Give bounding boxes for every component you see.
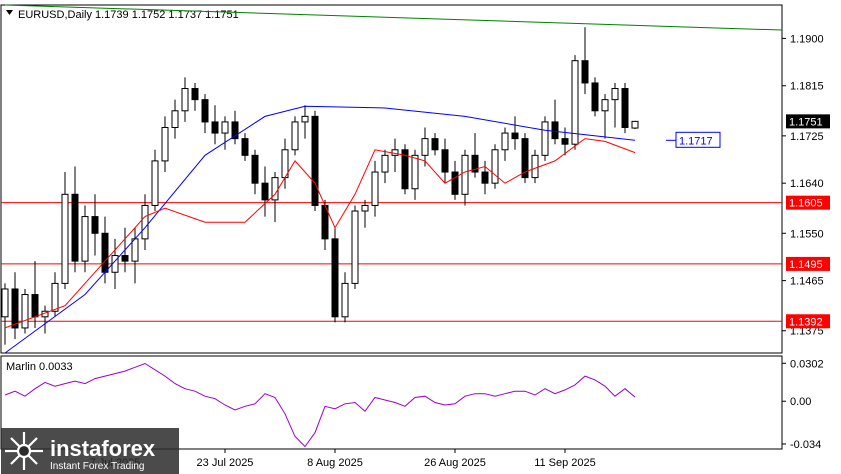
candle-bear	[251, 154, 259, 184]
candle-bear	[621, 88, 629, 128]
y-tick-label: 1.1550	[790, 228, 824, 240]
candle-bull	[301, 115, 309, 123]
ind-y-tick-label: 0.00	[790, 396, 811, 408]
candle-bear	[121, 255, 129, 262]
candle-bull	[411, 154, 419, 190]
candle-bull	[291, 121, 299, 151]
candle-bear	[431, 138, 439, 151]
candle-bear	[481, 171, 489, 184]
candle-bull	[571, 60, 579, 145]
candle-bull	[371, 171, 379, 206]
x-tick-label: 23 Jul 2025	[197, 457, 254, 469]
candle-bull	[361, 204, 369, 212]
ind-y-tick-label: 0.0302	[790, 358, 824, 370]
current-price-label: 1.1751	[789, 116, 823, 128]
candle-bear	[241, 138, 249, 156]
candle-bear	[201, 99, 209, 123]
level-price-label: 1.1605	[789, 198, 823, 210]
y-tick-label: 1.1465	[790, 276, 824, 288]
candle-bear	[331, 238, 339, 318]
candle-bull	[221, 121, 229, 134]
candle-bull	[21, 294, 29, 329]
candle-bull	[341, 282, 349, 318]
candle-bull	[491, 149, 499, 184]
level-price-label: 1.1392	[789, 316, 823, 328]
price-chart[interactable]: EURUSD,Daily 1.1739 1.1752 1.1737 1.1751…	[0, 0, 841, 474]
candle-bear	[511, 132, 519, 140]
candle-bull	[381, 154, 389, 173]
candle-bear	[311, 115, 319, 206]
candle-bear	[581, 60, 589, 84]
candle-bull	[601, 99, 609, 112]
candle-bull	[51, 282, 59, 312]
logo-tagline: Instant Forex Trading	[50, 461, 145, 472]
symbol-ohlc-header: EURUSD,Daily 1.1739 1.1752 1.1737 1.1751	[18, 9, 239, 21]
candle-bull	[81, 216, 89, 262]
x-tick-label: 26 Aug 2025	[424, 457, 486, 469]
candle-bear	[561, 138, 569, 145]
instaforex-logo: instaforex Instant Forex Trading	[1, 428, 179, 474]
candle-bear	[591, 82, 599, 112]
candle-bear	[441, 149, 449, 173]
candle-bull	[501, 132, 509, 151]
candle-bull	[151, 160, 159, 206]
y-tick-label: 1.1815	[790, 81, 824, 93]
candle-bear	[451, 171, 459, 195]
candle-bear	[211, 121, 219, 134]
candle-bear	[191, 88, 199, 101]
candle-bull	[141, 204, 149, 240]
candle-bull	[1, 288, 9, 318]
candle-bear	[101, 232, 109, 273]
y-tick-label: 1.1640	[790, 178, 824, 190]
candle-bull	[541, 121, 549, 156]
candle-bear	[261, 182, 269, 201]
candle-bull	[531, 154, 539, 179]
candle-bull	[171, 110, 179, 128]
y-tick-label: 1.1725	[790, 131, 824, 143]
y-tick-label: 1.1900	[790, 33, 824, 45]
candle-bull	[181, 88, 189, 112]
candle-bull	[161, 126, 169, 162]
candle-bull	[351, 210, 359, 284]
x-tick-label: 8 Aug 2025	[307, 457, 363, 469]
candle-bear	[71, 193, 79, 262]
candle-bull	[421, 138, 429, 156]
ma-label-text: 1.1717	[679, 135, 713, 147]
candle-bear	[91, 216, 99, 234]
candle-bull	[461, 154, 469, 195]
logo-wordmark: instaforex	[50, 436, 156, 461]
candle-bull	[61, 193, 69, 284]
ind-y-tick-label: -0.034	[790, 439, 821, 451]
candle-bull	[131, 238, 139, 262]
x-tick-label: 11 Sep 2025	[534, 457, 596, 469]
level-price-label: 1.1495	[789, 259, 823, 271]
candle-bull	[611, 88, 619, 101]
candle-bull	[391, 149, 399, 156]
candle-bear	[31, 294, 39, 318]
indicator-title: Marlin 0.0033	[6, 361, 73, 373]
candle-bear	[11, 288, 19, 329]
candle-bear	[551, 121, 559, 140]
candle-bull	[631, 120, 639, 129]
